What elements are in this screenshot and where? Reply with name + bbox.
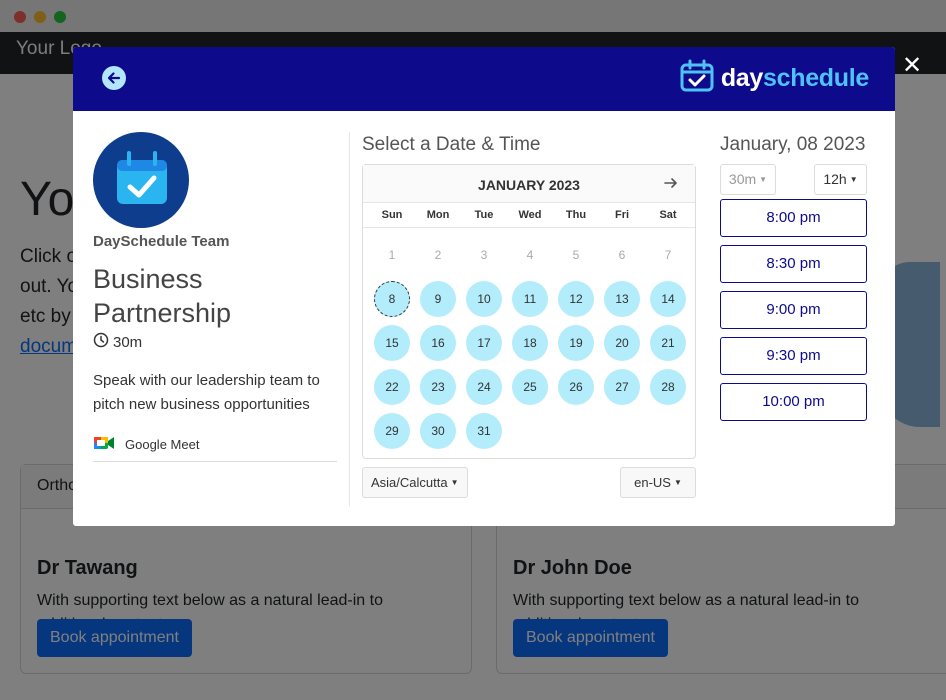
calendar-day-unavailable: 6: [618, 248, 626, 262]
calendar-day[interactable]: 29: [374, 413, 410, 449]
arrow-right-icon[interactable]: [663, 175, 679, 196]
calendar-day[interactable]: 21: [650, 325, 686, 361]
weekday-label: Sun: [381, 209, 403, 221]
time-format-select[interactable]: 12h ▼: [814, 164, 867, 195]
calendar-day-unavailable: 5: [572, 248, 580, 262]
weekday-label: Thu: [565, 209, 587, 221]
calendar-check-icon: [117, 151, 167, 204]
calendar-day[interactable]: 22: [374, 369, 410, 405]
location-label: Google Meet: [125, 437, 200, 452]
calendar-day[interactable]: 12: [558, 281, 594, 317]
calendar-day[interactable]: 14: [650, 281, 686, 317]
calendar-day[interactable]: 10: [466, 281, 502, 317]
interval-select[interactable]: 30m ▼: [720, 164, 776, 195]
calendar-day[interactable]: 26: [558, 369, 594, 405]
time-slot-button[interactable]: 9:30 pm: [720, 337, 867, 375]
calendar-day[interactable]: 25: [512, 369, 548, 405]
calendar-day[interactable]: 28: [650, 369, 686, 405]
caret-down-icon: ▼: [673, 478, 682, 487]
time-slot-button[interactable]: 10:00 pm: [720, 383, 867, 421]
divider: [93, 461, 337, 462]
arrow-left-icon[interactable]: [102, 66, 126, 90]
time-slot-button[interactable]: 8:00 pm: [720, 199, 867, 237]
event-duration: 30m: [93, 332, 142, 352]
modal-header: dayschedule: [73, 47, 895, 111]
event-description: Speak with our leadership team to pitch …: [93, 372, 320, 413]
event-location: Google Meet: [93, 434, 199, 455]
brand-logo: dayschedule: [679, 58, 869, 99]
brand-name: dayschedule: [720, 63, 869, 92]
calendar-day[interactable]: 19: [558, 325, 594, 361]
column-divider: [349, 132, 350, 506]
calendar-day[interactable]: 23: [420, 369, 456, 405]
calendar-day[interactable]: 30: [420, 413, 456, 449]
calendar-title: Select a Date & Time: [362, 134, 541, 155]
calendar-day[interactable]: 24: [466, 369, 502, 405]
calendar-day[interactable]: 16: [420, 325, 456, 361]
calendar-day-unavailable: 1: [388, 248, 396, 262]
calendar-day-unavailable: 2: [434, 248, 442, 262]
weekday-label: Mon: [426, 209, 450, 221]
calendar-day[interactable]: 15: [374, 325, 410, 361]
calendar-header: JANUARY 2023: [363, 165, 695, 203]
calendar-day[interactable]: 31: [466, 413, 502, 449]
caret-down-icon: ▼: [759, 175, 768, 184]
organizer-name: DaySchedule Team: [93, 233, 230, 250]
calendar-day[interactable]: 20: [604, 325, 640, 361]
caret-down-icon: ▼: [450, 478, 459, 487]
month-label: JANUARY 2023: [478, 177, 580, 193]
calendar-day[interactable]: 18: [512, 325, 548, 361]
calendar-check-icon: [679, 58, 715, 99]
weekday-label: Sat: [659, 209, 677, 221]
weekday-row: Sun Mon Tue Wed Thu Fri Sat: [363, 203, 695, 228]
time-slot-button[interactable]: 8:30 pm: [720, 245, 867, 283]
timezone-select[interactable]: Asia/Calcutta ▼: [362, 467, 468, 498]
google-meet-icon: [93, 434, 115, 455]
close-icon[interactable]: ✕: [902, 54, 922, 78]
calendar: JANUARY 2023 Sun Mon Tue Wed Thu Fri Sat 12345…: [362, 164, 696, 459]
locale-select[interactable]: en-US ▼: [620, 467, 696, 498]
calendar-day-unavailable: 4: [526, 248, 534, 262]
calendar-day[interactable]: 27: [604, 369, 640, 405]
weekday-label: Tue: [474, 209, 494, 221]
duration-label: 30m: [113, 333, 143, 351]
selected-date-title: January, 08 2023: [720, 134, 866, 155]
avatar: [93, 132, 189, 228]
calendar-day[interactable]: 13: [604, 281, 640, 317]
calendar-day[interactable]: 17: [466, 325, 502, 361]
time-slot-button[interactable]: 9:00 pm: [720, 291, 867, 329]
weekday-label: Fri: [614, 209, 630, 221]
calendar-day-unavailable: 3: [480, 248, 488, 262]
calendar-day[interactable]: 9: [420, 281, 456, 317]
calendar-day[interactable]: 11: [512, 281, 548, 317]
event-title: Business Partnership: [93, 264, 232, 328]
clock-icon: [93, 332, 109, 352]
calendar-day-unavailable: 7: [664, 248, 672, 262]
caret-down-icon: ▼: [849, 175, 858, 184]
calendar-day[interactable]: 8: [374, 281, 410, 317]
weekday-label: Wed: [518, 209, 542, 221]
booking-modal: dayschedule DaySchedule Team Business Pa…: [73, 47, 895, 526]
